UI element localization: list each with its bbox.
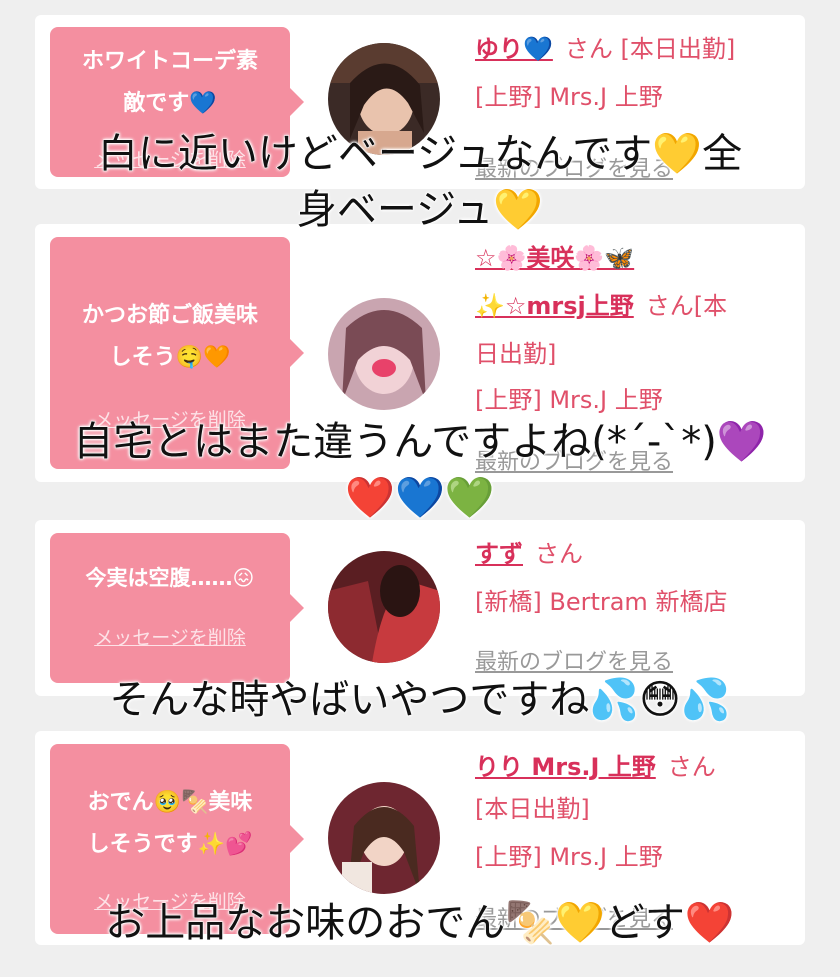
avatar[interactable] <box>328 551 440 663</box>
caption-text: そんな時やばいやつですね💦😳💦 <box>109 677 731 724</box>
caption-text: 自宅とはまた違うんですよね(*´-`*)💜 ❤️💙💚 <box>73 419 767 522</box>
delete-message-link[interactable]: メッセージを削除 <box>50 623 290 650</box>
san-label: さん[本 <box>645 292 728 320</box>
store-label: [上野] Mrs.J 上野 <box>475 843 663 871</box>
cast-info: すず さん [新橋] Bertram 新橋店 最新のブログを見る <box>475 534 800 684</box>
avatar[interactable] <box>328 298 440 410</box>
caption-text: 白に近いけどベージュなんです💛全 身ベージュ💛 <box>97 131 743 234</box>
cast-name-link[interactable]: ゆり💙 <box>475 35 553 63</box>
message-text: 今実は空腹……😖 <box>85 566 255 590</box>
cast-name-link[interactable]: りり Mrs.J 上野 <box>475 753 656 781</box>
status-badge: 日出勤] <box>475 340 557 368</box>
san-label: さん <box>564 35 613 63</box>
message-text: かつお節ご飯美味 しそう🤤🧡 <box>81 303 258 370</box>
status-badge: [本日出勤] <box>620 35 736 63</box>
message-bubble: 今実は空腹……😖 メッセージを削除 <box>50 533 304 683</box>
store-label: [上野] Mrs.J 上野 <box>475 386 663 414</box>
store-label: [新橋] Bertram 新橋店 <box>475 588 728 616</box>
store-label: [上野] Mrs.J 上野 <box>475 83 663 111</box>
san-label: さん <box>667 753 716 781</box>
message-text: おでん🥹🍢美味 しそうです✨💕 <box>87 790 253 857</box>
san-label: さん <box>535 540 583 568</box>
cast-name-link[interactable]: すず <box>475 540 523 568</box>
cast-name-link[interactable]: ☆🌸美咲🌸🦋 <box>475 244 634 272</box>
message-card: 今実は空腹……😖 メッセージを削除 すず さん [新橋] Bertram 新橋店 … <box>35 520 805 696</box>
caption-text: お上品なお味のおでん🍢💛どす❤️ <box>105 900 735 947</box>
message-text: ホワイトコーデ素 敵です💙 <box>81 49 258 116</box>
status-badge: [本日出勤] <box>475 795 590 823</box>
avatar[interactable] <box>328 782 440 894</box>
cast-name-link[interactable]: ✨☆mrsj上野 <box>475 292 634 320</box>
